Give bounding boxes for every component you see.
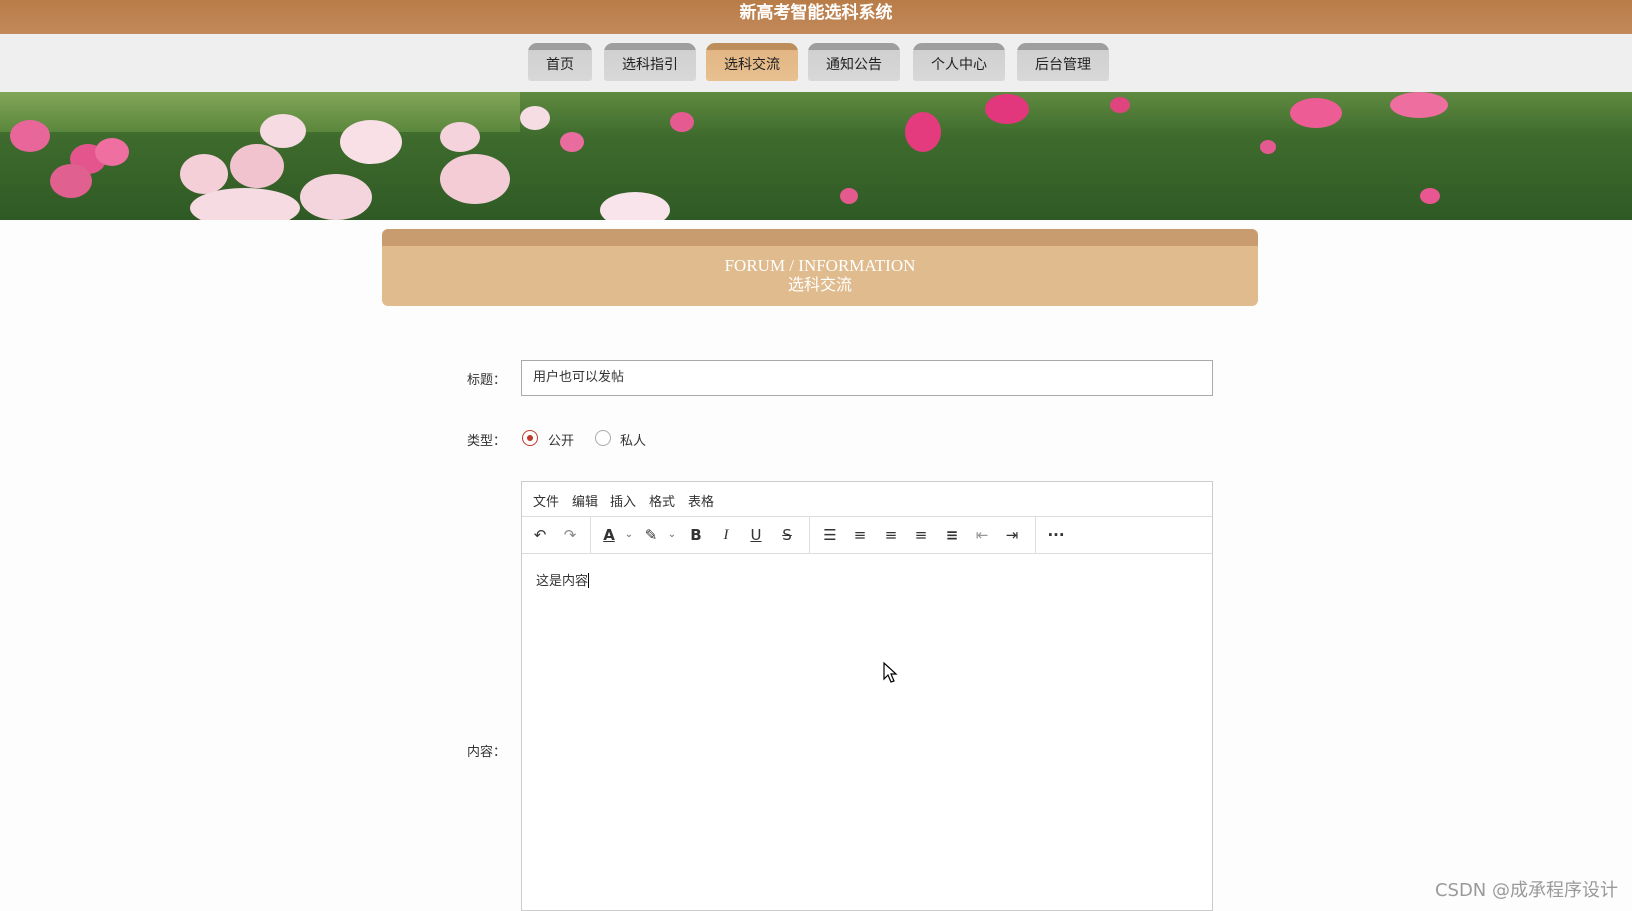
text-color-dropdown-icon[interactable]: ⌄ bbox=[618, 524, 640, 546]
nav-subject-forum[interactable]: 选科交流 bbox=[706, 43, 798, 81]
editor-menubar: 文件 编辑 插入 格式 表格 bbox=[522, 482, 1212, 517]
watermark: CSDN @成承程序设计 bbox=[1434, 880, 1618, 901]
radio-public[interactable] bbox=[522, 430, 538, 446]
text-color-icon[interactable]: A bbox=[598, 524, 620, 546]
radio-public-label[interactable]: 公开 bbox=[548, 430, 574, 449]
line-height-icon[interactable]: ☰ bbox=[819, 524, 841, 546]
section-header: FORUM / INFORMATION 选科交流 bbox=[382, 229, 1258, 306]
editor-toolbar: ↶ ↷ A ⌄ ✎ ⌄ B I U S ☰ ≡ ≡ ≡ ≡ ⇤ ⇥ ··· bbox=[522, 517, 1212, 554]
italic-icon[interactable]: I bbox=[715, 524, 737, 546]
underline-icon[interactable]: U bbox=[745, 524, 767, 546]
nav-admin[interactable]: 后台管理 bbox=[1017, 43, 1109, 81]
title-label: 标题： bbox=[467, 373, 507, 388]
banner-image bbox=[0, 92, 1632, 220]
align-justify-icon[interactable]: ≡ bbox=[941, 524, 963, 546]
text-caret bbox=[588, 573, 590, 588]
title-input[interactable]: 用户也可以发帖 bbox=[521, 360, 1213, 396]
menu-edit[interactable]: 编辑 bbox=[572, 491, 598, 510]
nav-subject-guide[interactable]: 选科指引 bbox=[604, 43, 696, 81]
section-header-cn: 选科交流 bbox=[787, 277, 852, 294]
align-left-icon[interactable]: ≡ bbox=[849, 524, 871, 546]
mouse-pointer-icon bbox=[883, 662, 898, 683]
align-right-icon[interactable]: ≡ bbox=[910, 524, 932, 546]
menu-file[interactable]: 文件 bbox=[533, 491, 559, 510]
more-icon[interactable]: ··· bbox=[1045, 524, 1067, 546]
app-title: 新高考智能选科系统 bbox=[739, 3, 893, 23]
outdent-icon[interactable]: ⇤ bbox=[971, 524, 993, 546]
highlight-dropdown-icon[interactable]: ⌄ bbox=[661, 524, 683, 546]
rich-text-editor: 文件 编辑 插入 格式 表格 ↶ ↷ A ⌄ ✎ ⌄ B I U S ☰ ≡ ≡… bbox=[521, 481, 1213, 911]
nav-home[interactable]: 首页 bbox=[528, 43, 592, 81]
undo-icon[interactable]: ↶ bbox=[529, 524, 551, 546]
section-header-en: FORUM / INFORMATION bbox=[724, 256, 916, 275]
nav-personal-center[interactable]: 个人中心 bbox=[913, 43, 1005, 81]
radio-private-label[interactable]: 私人 bbox=[620, 430, 646, 449]
highlight-icon[interactable]: ✎ bbox=[640, 524, 662, 546]
strikethrough-icon[interactable]: S bbox=[776, 524, 798, 546]
align-center-icon[interactable]: ≡ bbox=[880, 524, 902, 546]
indent-icon[interactable]: ⇥ bbox=[1001, 524, 1023, 546]
content-label: 内容： bbox=[467, 745, 507, 760]
radio-private[interactable] bbox=[595, 430, 611, 446]
editor-content-text[interactable]: 这是内容 bbox=[536, 574, 588, 589]
app-title-bar: 新高考智能选科系统 bbox=[0, 0, 1632, 34]
menu-table[interactable]: 表格 bbox=[688, 491, 714, 510]
redo-icon[interactable]: ↷ bbox=[559, 524, 581, 546]
nav-notices[interactable]: 通知公告 bbox=[808, 43, 900, 81]
type-label: 类型： bbox=[467, 434, 507, 449]
nav-bar: 首页 选科指引 选科交流 通知公告 个人中心 后台管理 bbox=[0, 34, 1632, 92]
editor-content[interactable]: 这是内容 bbox=[536, 570, 590, 589]
menu-insert[interactable]: 插入 bbox=[610, 491, 636, 510]
bold-icon[interactable]: B bbox=[685, 524, 707, 546]
menu-format[interactable]: 格式 bbox=[649, 491, 675, 510]
